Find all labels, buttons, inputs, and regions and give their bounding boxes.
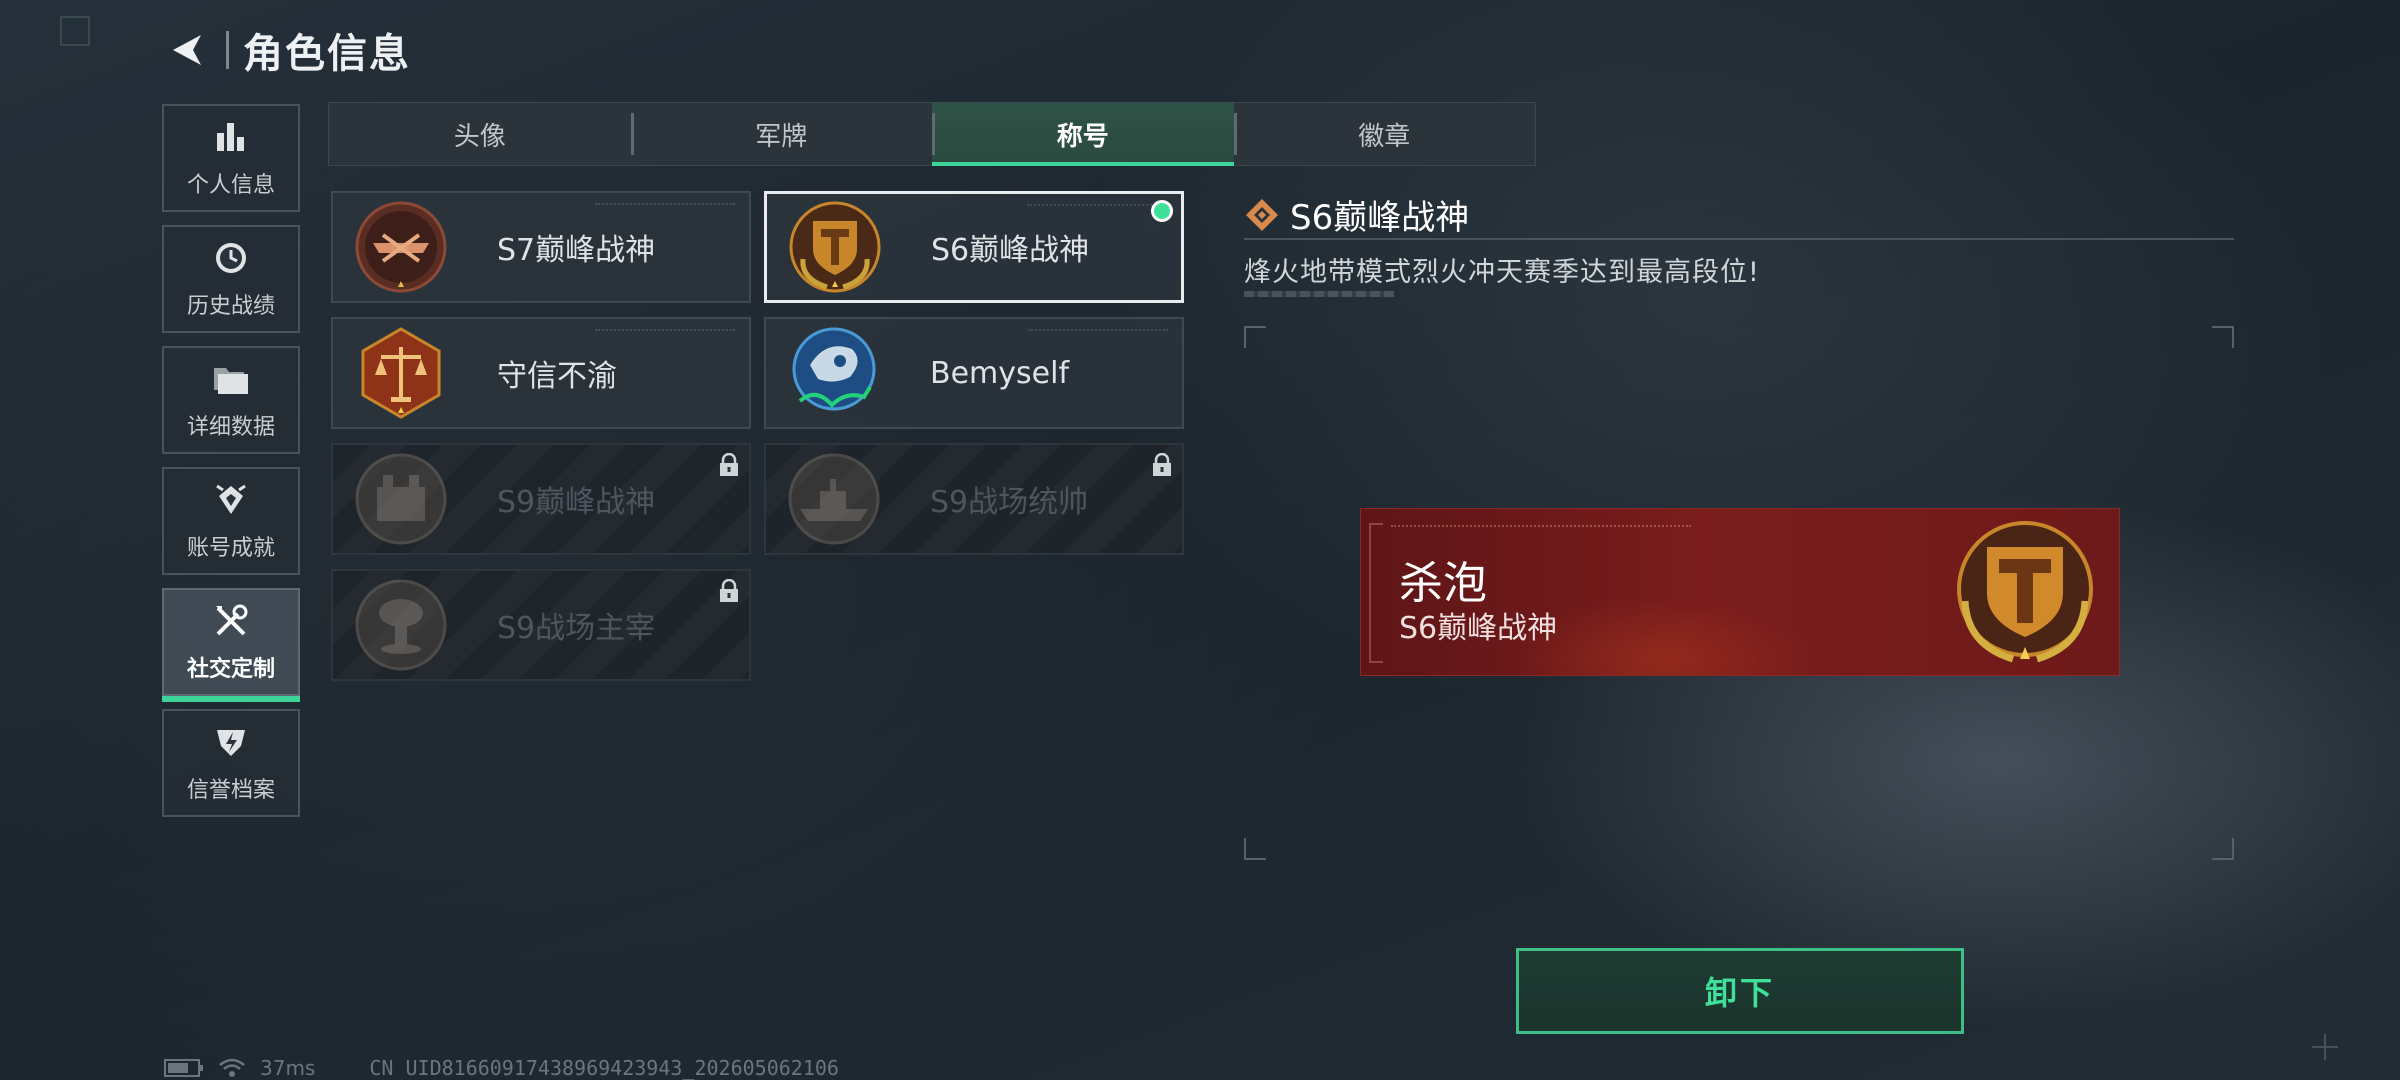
- robot-graffiti-emblem-icon: [792, 327, 876, 411]
- lock-icon: [1153, 453, 1171, 476]
- user-uid: CN UID8166091743896942394​3_202605062106: [369, 1056, 839, 1080]
- lock-icon: [720, 579, 738, 602]
- sidebar-item-credit-record[interactable]: 信誉档案: [162, 709, 300, 817]
- wifi-icon: [219, 1058, 245, 1077]
- title-name: Bemyself: [930, 355, 1069, 391]
- sidebar-item-detailed-data[interactable]: 详细数据: [162, 346, 300, 454]
- gold-shield-emblem-icon: [1957, 521, 2093, 663]
- title-card-keep-faith[interactable]: 守信不渝: [331, 317, 751, 429]
- sidebar-item-personal-info[interactable]: 个人信息: [162, 104, 300, 212]
- fortress-emblem-icon: [355, 453, 447, 545]
- ping-value: 37ms: [260, 1056, 316, 1080]
- sidebar-item-achievements[interactable]: 账号成就: [162, 467, 300, 575]
- tab-badge[interactable]: 徽章: [1233, 103, 1536, 165]
- unequip-button[interactable]: 卸下: [1516, 948, 1964, 1034]
- corner-decoration: [60, 16, 90, 46]
- diamond-icon: [1246, 198, 1278, 231]
- detail-decoration: [1244, 291, 1394, 297]
- title-card-bemyself[interactable]: Bemyself: [764, 317, 1184, 429]
- bar-chart-icon: [211, 117, 251, 157]
- sidebar-item-history[interactable]: 历史战绩: [162, 225, 300, 333]
- sidebar-item-label: 详细数据: [186, 415, 275, 440]
- tab-dog-tag[interactable]: 军牌: [630, 103, 933, 165]
- mushroom-cloud-emblem-icon: [355, 579, 447, 671]
- battery-icon: [164, 1059, 203, 1077]
- title-card-s9-battlefield-commander[interactable]: S9战场统帅: [764, 443, 1184, 555]
- title-name: S9战场主宰: [497, 611, 656, 646]
- history-clock-icon: [211, 238, 251, 278]
- sidebar-item-label: 社交定制: [186, 657, 275, 682]
- banner-player-name: 杀泡: [1399, 558, 1487, 609]
- page-header: 角色信息: [160, 22, 411, 78]
- title-name: 守信不渝: [497, 359, 617, 394]
- warship-emblem-icon: [788, 453, 880, 545]
- detail-header: S6巅峰战神: [1244, 190, 1469, 239]
- banner-title: S6巅峰战神: [1399, 611, 1558, 646]
- title-name: S7巅峰战神: [497, 233, 656, 268]
- back-arrow-icon: [173, 35, 201, 65]
- detail-title: S6巅峰战神: [1290, 198, 1470, 238]
- header-divider: [226, 31, 229, 69]
- title-name: S6巅峰战神: [931, 233, 1090, 268]
- sidebar-item-label: 账号成就: [186, 536, 275, 561]
- preview-frame-corner: [1244, 326, 1266, 348]
- lock-icon: [720, 453, 738, 476]
- preview-frame-corner: [1244, 838, 1266, 860]
- gold-shield-emblem-icon: [789, 201, 881, 293]
- title-card-s9-battlefield-dominator[interactable]: S9战场主宰: [331, 569, 751, 681]
- unequip-button-label: 卸下: [1704, 974, 1775, 1012]
- title-card-s6-peak-war-god[interactable]: S6巅峰战神: [764, 191, 1184, 303]
- sidebar-item-label: 个人信息: [186, 173, 275, 198]
- preview-frame-corner: [2212, 838, 2234, 860]
- title-name: S9巅峰战神: [497, 485, 656, 520]
- tools-icon: [211, 601, 251, 641]
- page-title: 角色信息: [243, 31, 411, 77]
- corner-crosshair-icon: [2312, 1034, 2338, 1060]
- scales-emblem-icon: [361, 327, 441, 419]
- tab-title[interactable]: 称号: [932, 103, 1234, 166]
- sidebar-item-social-custom[interactable]: 社交定制: [162, 588, 300, 702]
- sidebar-item-label: 历史战绩: [186, 294, 275, 319]
- crossbow-emblem-icon: [355, 201, 447, 293]
- back-button[interactable]: [160, 24, 212, 76]
- category-tabs: 头像 军牌 称号 徽章: [328, 102, 1536, 166]
- detail-description: 烽火地带模式烈火冲天赛季达到最高段位!: [1244, 257, 1760, 288]
- title-card-s7-peak-war-god[interactable]: S7巅峰战神: [331, 191, 751, 303]
- sidebar-item-label: 信誉档案: [186, 778, 275, 803]
- side-navigation: 个人信息 历史战绩 详细数据 账号成就 社交定制 信誉档案: [162, 104, 300, 830]
- detail-divider: [1244, 238, 2234, 240]
- equipped-indicator: [1151, 200, 1173, 222]
- preview-frame-corner: [2212, 326, 2234, 348]
- tab-avatar[interactable]: 头像: [329, 103, 631, 165]
- achievement-icon: [211, 480, 251, 520]
- folder-icon: [211, 359, 251, 399]
- title-name: S9战场统帅: [930, 485, 1089, 520]
- credit-shield-icon: [211, 722, 251, 762]
- status-bar: 37ms CN UID8166091743896942394​3_2026050…: [164, 1056, 839, 1080]
- title-card-s9-peak-war-god[interactable]: S9巅峰战神: [331, 443, 751, 555]
- title-preview-banner: 杀泡 S6巅峰战神: [1360, 508, 2120, 676]
